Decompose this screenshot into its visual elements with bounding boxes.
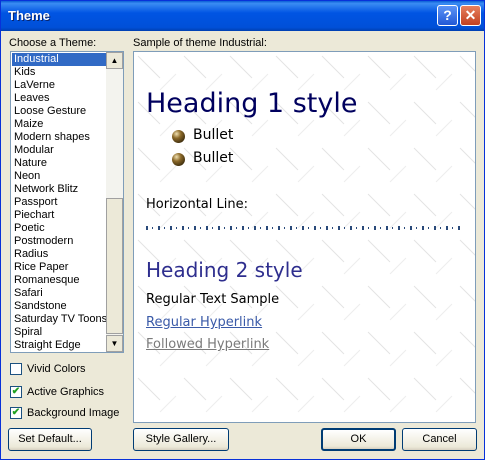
background-image-label[interactable]: Background Image xyxy=(27,407,119,419)
sample-label: Sample of theme Industrial: xyxy=(133,37,267,49)
theme-list-item[interactable]: Maize xyxy=(12,118,107,131)
theme-list-item[interactable]: LaVerne xyxy=(12,79,107,92)
dialog-title: Theme xyxy=(8,8,50,23)
theme-list-item[interactable]: Loose Gesture xyxy=(12,105,107,118)
title-bar[interactable]: Theme ? ✕ xyxy=(1,1,484,31)
vivid-colors-checkbox[interactable] xyxy=(10,363,22,375)
theme-list-item[interactable]: Neon xyxy=(12,170,107,183)
theme-list-scrollbar[interactable]: ▲ ▼ xyxy=(106,52,123,352)
scroll-thumb[interactable] xyxy=(106,198,123,334)
theme-preview: Heading 1 style Bullet Bullet Horizontal… xyxy=(133,51,476,423)
help-button[interactable]: ? xyxy=(437,5,458,26)
theme-list-item[interactable]: Safari xyxy=(12,287,107,300)
scroll-down-button[interactable]: ▼ xyxy=(106,335,123,352)
theme-list-item[interactable]: Modular xyxy=(12,144,107,157)
followed-hyperlink[interactable]: Followed Hyperlink xyxy=(146,337,269,352)
bullet-text: Bullet xyxy=(193,127,234,143)
horizontal-line-sample xyxy=(146,224,464,232)
theme-list-item[interactable]: Straight Edge xyxy=(12,339,107,352)
theme-list-item[interactable]: Industrial xyxy=(12,53,107,66)
theme-list: Industrial Kids LaVerne Leaves Loose Gesture… xyxy=(12,53,107,352)
theme-list-item[interactable]: Nature xyxy=(12,157,107,170)
vivid-colors-label[interactable]: Vivid Colors xyxy=(27,363,86,375)
style-gallery-button[interactable]: Style Gallery... xyxy=(133,428,229,451)
theme-list-item[interactable]: Passport xyxy=(12,196,107,209)
theme-list-item[interactable]: Sandstone xyxy=(12,300,107,313)
theme-list-item[interactable]: Modern shapes xyxy=(12,131,107,144)
theme-list-item[interactable]: Rice Paper xyxy=(12,261,107,274)
theme-list-label: Choose a Theme: xyxy=(9,37,97,49)
heading-2-sample: Heading 2 style xyxy=(146,258,303,282)
theme-listbox[interactable]: Industrial Kids LaVerne Leaves Loose Gesture… xyxy=(10,51,124,353)
theme-list-item[interactable]: Radius xyxy=(12,248,107,261)
cancel-button[interactable]: Cancel xyxy=(402,428,477,451)
theme-list-item[interactable]: Saturday TV Toons xyxy=(12,313,107,326)
theme-dialog: Theme ? ✕ Choose a Theme: Sample of them… xyxy=(0,0,485,460)
theme-list-item[interactable]: Poetic xyxy=(12,222,107,235)
bullet-icon xyxy=(172,153,185,166)
regular-hyperlink[interactable]: Regular Hyperlink xyxy=(146,315,262,330)
theme-list-item[interactable]: Piechart xyxy=(12,209,107,222)
active-graphics-checkbox[interactable]: ✔ xyxy=(10,386,22,398)
theme-list-item[interactable]: Kids xyxy=(12,66,107,79)
set-default-button[interactable]: Set Default... xyxy=(8,428,92,451)
close-button[interactable]: ✕ xyxy=(460,5,481,26)
bullet-icon xyxy=(172,130,185,143)
bullet-text: Bullet xyxy=(193,150,234,166)
scroll-up-button[interactable]: ▲ xyxy=(106,52,123,69)
ok-button[interactable]: OK xyxy=(321,428,396,451)
theme-list-item[interactable]: Network Blitz xyxy=(12,183,107,196)
heading-1-sample: Heading 1 style xyxy=(146,88,358,119)
horizontal-line-label: Horizontal Line: xyxy=(146,197,248,212)
active-graphics-label[interactable]: Active Graphics xyxy=(27,386,104,398)
background-image-checkbox[interactable]: ✔ xyxy=(10,407,22,419)
theme-list-item[interactable]: Spiral xyxy=(12,326,107,339)
theme-list-item[interactable]: Leaves xyxy=(12,92,107,105)
theme-list-item[interactable]: Postmodern xyxy=(12,235,107,248)
regular-text-sample: Regular Text Sample xyxy=(146,292,280,307)
theme-list-item[interactable]: Romanesque xyxy=(12,274,107,287)
